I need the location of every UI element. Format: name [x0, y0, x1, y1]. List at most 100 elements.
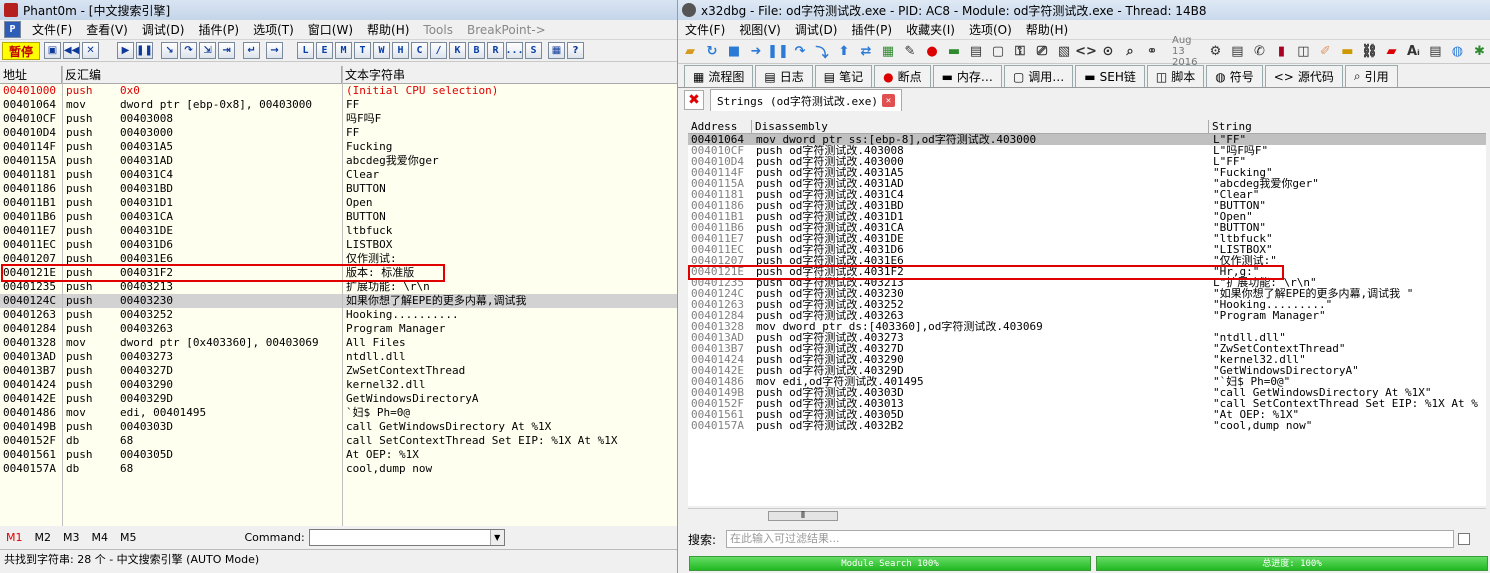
options-icon[interactable]: ?	[567, 42, 585, 59]
mark-tab[interactable]: M3	[57, 531, 86, 544]
table-row[interactable]: 00401186 push od字符测试改.4031BD "BUTTON"	[688, 200, 1486, 211]
left-menu-item[interactable]: Tools	[416, 23, 460, 37]
step-into-icon[interactable]: ⤵	[812, 43, 832, 61]
stack-icon[interactable]: ▤	[966, 43, 986, 60]
left-strings-table[interactable]: 00401000 push 0x0 (Initial CPU selection) 00…	[0, 84, 677, 526]
left-col-address[interactable]: 地址	[0, 66, 62, 83]
chevron-down-icon[interactable]: ▼	[489, 529, 504, 545]
close-tab-icon[interactable]: ✖	[684, 90, 704, 110]
table-row[interactable]: 004011B6 push 004031CA BUTTON	[0, 210, 677, 224]
calculator-icon[interactable]: ▤	[1227, 43, 1247, 60]
left-menu-item[interactable]: 调试(D)	[135, 21, 192, 38]
letter-button[interactable]: K	[449, 42, 467, 59]
table-row[interactable]: 00401235 push 00403213 扩展功能: \r\n	[0, 280, 677, 294]
table-row[interactable]: 004011B6 push od字符测试改.4031CA "BUTTON"	[688, 222, 1486, 233]
close-icon[interactable]: ✕	[82, 42, 100, 59]
table-row[interactable]: 004013B7 push od字符测试改.40327D "ZwSetContext…	[688, 343, 1486, 354]
table-row[interactable]: 00401064 mov dword ptr [ebp-0x8], 00403000…	[0, 98, 677, 112]
right-col-disasm[interactable]: Disassembly	[752, 120, 1209, 133]
open-file-icon[interactable]: ▰	[680, 43, 700, 60]
left-menu-item[interactable]: 查看(V)	[79, 21, 135, 38]
left-menu-item[interactable]: 帮助(H)	[360, 21, 416, 38]
comment-icon[interactable]: ◫	[1293, 43, 1313, 60]
table-row[interactable]: 004013AD push od字符测试改.403273 "ntdll.dll"	[688, 332, 1486, 343]
left-col-disasm[interactable]: 反汇编	[62, 66, 342, 83]
open-icon[interactable]: ▣	[44, 42, 62, 59]
left-col-string[interactable]: 文本字符串	[342, 66, 677, 83]
handles-icon[interactable]: ⚿	[1010, 43, 1030, 60]
mark-tab[interactable]: M4	[86, 531, 115, 544]
table-row[interactable]: 004013AD push 00403273 ntdll.dll	[0, 350, 677, 364]
globe-icon[interactable]: ◍	[1447, 43, 1467, 60]
trace-icon[interactable]: ⇄	[856, 43, 876, 60]
table-row[interactable]: 00401181 push 004031C4 Clear	[0, 168, 677, 182]
right-strings-table[interactable]: 00401064 mov dword ptr ss:[ebp-8],od字符测试改…	[688, 134, 1486, 506]
right-menu-item[interactable]: 选项(O)	[962, 21, 1019, 38]
right-hscrollbar[interactable]: ⦀	[688, 508, 1486, 522]
table-row[interactable]: 0040149B push od字符测试改.40303D "call GetWind…	[688, 387, 1486, 398]
link-icon[interactable]: ⛓	[1359, 43, 1379, 60]
pause-icon[interactable]: ❚❚	[136, 42, 154, 59]
tab-item[interactable]: ▬ SEH链	[1075, 65, 1145, 87]
tab-item[interactable]: <> 源代码	[1264, 65, 1343, 87]
step-over-icon[interactable]: ↷	[180, 42, 198, 59]
threads-icon[interactable]: ▢	[988, 43, 1008, 60]
patch-icon[interactable]: ⎚	[1032, 43, 1052, 60]
trace-into-icon[interactable]: ⇲	[199, 42, 217, 59]
right-menu-item[interactable]: 收藏夹(I)	[899, 21, 962, 38]
right-menu-item[interactable]: 帮助(H)	[1019, 21, 1075, 38]
dump-icon[interactable]: ▤	[1425, 43, 1445, 60]
letter-button[interactable]: E	[316, 42, 334, 59]
table-row[interactable]: 004010CF push 00403008 吗F吗F	[0, 112, 677, 126]
left-menu-item[interactable]: 选项(T)	[246, 21, 301, 38]
table-row[interactable]: 004011EC push od字符测试改.4031D6 "LISTBOX"	[688, 244, 1486, 255]
step-over-icon[interactable]: ↷	[790, 43, 810, 60]
table-row[interactable]: 00401486 mov edi, 00401495 `妇$ Ph=0@	[0, 406, 677, 420]
letter-button[interactable]: L	[297, 42, 315, 59]
letter-button[interactable]: ...	[505, 42, 524, 59]
table-row[interactable]: 00401284 push od字符测试改.403263 "Program Mana…	[688, 310, 1486, 321]
table-row[interactable]: 004011E7 push od字符测试改.4031DE "ltbfuck"	[688, 233, 1486, 244]
trace-record-icon[interactable]: ⊙	[1098, 43, 1118, 60]
right-menu-item[interactable]: 调试(D)	[788, 21, 845, 38]
table-row[interactable]: 00401561 push od字符测试改.40305D "At OEP: %1X"	[688, 409, 1486, 420]
table-row[interactable]: 0040142E push 0040329D GetWindowsDirectoryA	[0, 392, 677, 406]
function-icon[interactable]: ▬	[1337, 43, 1357, 60]
table-row[interactable]: 00401263 push od字符测试改.403252 "Hooking.....…	[688, 299, 1486, 310]
table-row[interactable]: 0040152F db 68 call SetContextThread Set EI…	[0, 434, 677, 448]
highlight-icon[interactable]: ▰	[1381, 43, 1401, 60]
table-row[interactable]: 004011B1 push 004031D1 Open	[0, 196, 677, 210]
settings-icon[interactable]: ⚙	[1205, 43, 1225, 60]
execute-till-return-icon[interactable]: ↵	[243, 42, 261, 59]
table-row[interactable]: 0040115A push 004031AD abcdeg我爱你ger	[0, 154, 677, 168]
source-icon[interactable]: <>	[1075, 43, 1097, 60]
tab-item[interactable]: ⌕ 引用	[1344, 65, 1398, 87]
right-menu-item[interactable]: 文件(F)	[678, 21, 732, 38]
letter-button[interactable]: M	[335, 42, 353, 59]
run-icon[interactable]: ➜	[746, 43, 766, 60]
tab-item[interactable]: ▬ 内存…	[932, 65, 1002, 87]
tab-item[interactable]: ▢ 调用…	[1003, 65, 1074, 87]
left-menu-item[interactable]: 插件(P)	[191, 21, 246, 38]
help-icon[interactable]: ✆	[1249, 43, 1269, 60]
table-row[interactable]: 00401181 push od字符测试改.4031C4 "Clear"	[688, 189, 1486, 200]
table-row[interactable]: 0040152F push od字符测试改.403013 "call SetCont…	[688, 398, 1486, 409]
mark-tab[interactable]: M2	[29, 531, 58, 544]
regex-checkbox[interactable]	[1458, 533, 1471, 545]
memory-icon[interactable]: ▬	[944, 43, 964, 60]
table-row[interactable]: 0040149B push 0040303D call GetWindowsDirec…	[0, 420, 677, 434]
tab-item[interactable]: ▤ 笔记	[814, 65, 873, 87]
label-icon[interactable]: ✐	[1315, 43, 1335, 60]
right-col-address[interactable]: Address	[688, 120, 752, 133]
tab-item[interactable]: ▤ 日志	[755, 65, 813, 87]
table-row[interactable]: 0040157A db 68 cool,dump now	[0, 462, 677, 476]
table-row[interactable]: 00401263 push 00403252 Hooking..........	[0, 308, 677, 322]
strings-subtab[interactable]: Strings (od字符测试改.exe) ✕	[710, 89, 902, 111]
table-row[interactable]: 00401064 mov dword ptr ss:[ebp-8],od字符测试改…	[688, 134, 1486, 145]
table-row[interactable]: 004010D4 push 00403000 FF	[0, 126, 677, 140]
stop-icon[interactable]: ■	[724, 43, 744, 60]
table-row[interactable]: 0040124C push 00403230 如果你想了解EPE的更多内幕,调试我	[0, 294, 677, 308]
breakpoint-icon[interactable]: ●	[922, 43, 942, 60]
close-icon[interactable]: ✕	[881, 94, 895, 107]
letter-button[interactable]: R	[487, 42, 505, 59]
